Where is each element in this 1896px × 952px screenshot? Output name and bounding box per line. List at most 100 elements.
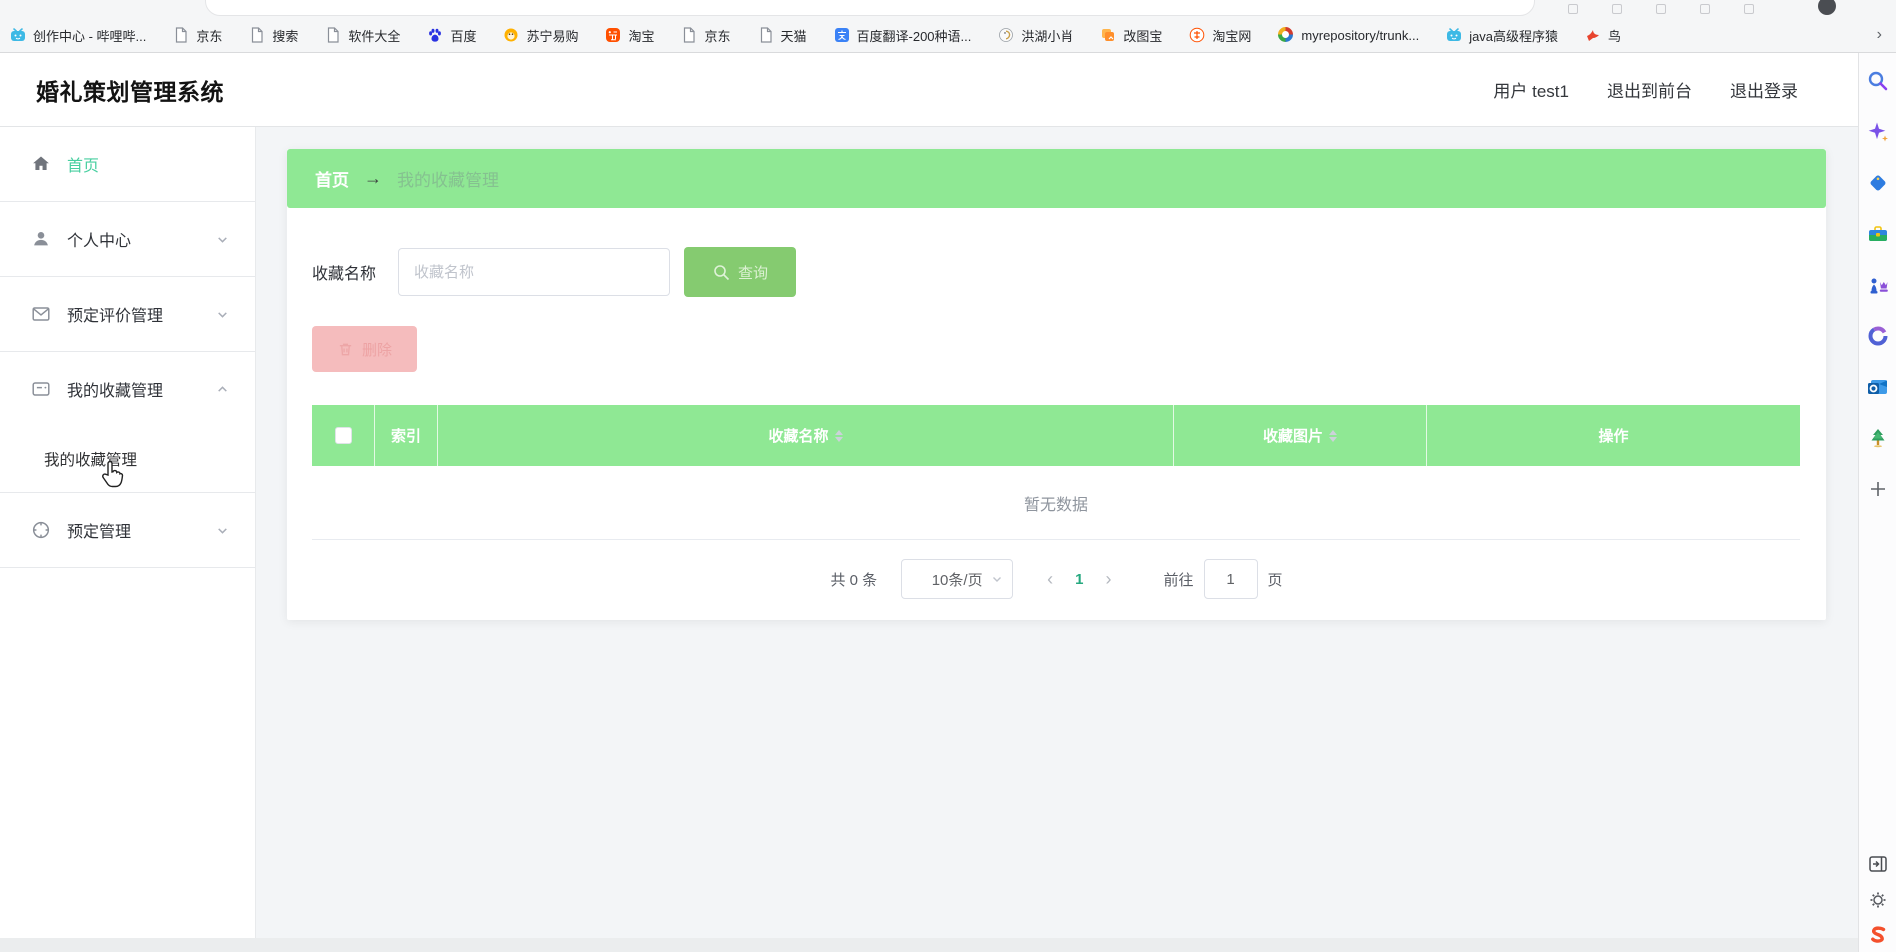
goto-label: 前往: [1163, 571, 1194, 589]
bookmark-item[interactable]: 淘宝网: [1189, 26, 1251, 45]
search-button-label: 查询: [738, 264, 769, 282]
breadcrumb-home[interactable]: 首页: [315, 166, 349, 191]
edge-sidebar-bottom: [1866, 852, 1890, 948]
table-column-header[interactable]: 索引: [375, 405, 438, 466]
sidebar-item[interactable]: 预定管理: [0, 493, 255, 567]
search-icon[interactable]: [1866, 69, 1890, 93]
doc-icon: [325, 27, 341, 43]
bilibili-icon: [1446, 27, 1462, 43]
bookmark-item[interactable]: 创作中心 - 哔哩哔...: [10, 26, 146, 45]
header-links: 用户 test1 退出到前台 退出登录: [1493, 77, 1798, 102]
sidebar-item-label: 首页: [67, 158, 100, 175]
bookmark-label: 淘宝: [628, 28, 655, 44]
tree-icon[interactable]: [1866, 426, 1890, 450]
bookmark-item[interactable]: 百度翻译-200种语...: [834, 26, 972, 45]
search-button[interactable]: 查询: [684, 247, 797, 297]
settings-icon[interactable]: [1866, 888, 1890, 912]
doc-icon: [249, 27, 265, 43]
extensions-icon[interactable]: [1700, 4, 1710, 14]
sort-caret-icon[interactable]: [1329, 429, 1337, 442]
table-column-header[interactable]: 操作: [1427, 405, 1800, 466]
games-icon[interactable]: [1866, 273, 1890, 297]
sort-caret-icon[interactable]: [834, 429, 843, 442]
bookmark-item[interactable]: myrepository/trunk...: [1278, 27, 1419, 43]
bookmarks-overflow-chevron-icon[interactable]: ›: [1871, 26, 1888, 44]
collections-icon[interactable]: [1656, 4, 1666, 14]
bookmark-label: 京东: [196, 28, 223, 44]
next-page-button[interactable]: ›: [1092, 569, 1126, 590]
exit-to-front-link[interactable]: 退出到前台: [1607, 77, 1692, 102]
outlook-icon[interactable]: [1866, 375, 1890, 399]
select-all-checkbox[interactable]: [334, 427, 352, 444]
bookmark-label: 百度翻译-200种语...: [856, 28, 972, 44]
bookmark-item[interactable]: 鸟: [1585, 26, 1621, 45]
column-label: 索引: [390, 428, 421, 445]
breadcrumb-arrow-icon: →: [364, 168, 382, 188]
rooster-icon: [998, 27, 1014, 43]
sidebar-item[interactable]: 预定评价管理: [0, 277, 255, 351]
microsoft-365-icon[interactable]: [1866, 324, 1890, 348]
page-size-value: 10条/页: [931, 571, 983, 589]
search-label: 收藏名称: [312, 266, 377, 283]
bookmark-item[interactable]: 洪湖小肖: [998, 26, 1073, 45]
doc-icon: [681, 27, 697, 43]
table-column-header[interactable]: [312, 405, 375, 466]
page-size-select[interactable]: 10条/页: [901, 559, 1014, 599]
bookmark-item[interactable]: 京东: [681, 26, 731, 45]
add-icon[interactable]: [1866, 477, 1890, 501]
bookmark-label: java高级程序猿: [1469, 28, 1559, 44]
page-number-1[interactable]: 1: [1067, 571, 1091, 588]
sidebar-subitem[interactable]: 我的收藏管理: [0, 426, 255, 492]
logout-link[interactable]: 退出登录: [1730, 77, 1798, 102]
goto-page-input[interactable]: [1203, 559, 1258, 599]
search-input[interactable]: [398, 248, 671, 296]
table-empty-state: 暂无数据: [312, 466, 1800, 540]
breadcrumb: 首页 → 我的收藏管理: [287, 149, 1826, 208]
address-bar[interactable]: [205, 0, 1535, 16]
search-icon: [714, 265, 730, 281]
bird-icon: [1585, 27, 1601, 43]
sidebar-item[interactable]: 我的收藏管理: [0, 352, 255, 426]
bookmark-item[interactable]: 改图宝: [1100, 26, 1162, 45]
bookmark-item[interactable]: 百度: [427, 26, 476, 45]
bookmark-item[interactable]: 搜索: [249, 26, 298, 45]
user-label: 用户 test1: [1493, 82, 1569, 101]
browser-profile-avatar[interactable]: [1818, 0, 1836, 15]
favorites-icon[interactable]: [1612, 4, 1622, 14]
translate-icon: [834, 27, 850, 43]
download-icon[interactable]: [1568, 4, 1578, 14]
bookmark-label: 百度: [450, 28, 477, 44]
browser-menu-icon[interactable]: [1744, 4, 1754, 14]
sidebar-item[interactable]: 首页: [0, 127, 255, 201]
bookmark-item[interactable]: 京东: [173, 26, 222, 45]
favorites-table: 索引 收藏名称 收藏图片 操作 暂无数据: [312, 405, 1800, 540]
bookmark-item[interactable]: 天猫: [758, 26, 807, 45]
open-panel-icon[interactable]: [1866, 852, 1890, 876]
bookmark-item[interactable]: java高级程序猿: [1446, 26, 1558, 45]
goto-unit: 页: [1267, 571, 1283, 589]
sidebar-item-label: 我的收藏管理: [67, 383, 164, 400]
bookmark-item[interactable]: 淘宝: [605, 26, 654, 45]
table-column-header[interactable]: 收藏图片: [1174, 405, 1427, 466]
bookmark-item[interactable]: 软件大全: [325, 26, 400, 45]
toolbox-icon[interactable]: [1866, 222, 1890, 246]
bookmark-item[interactable]: 苏宁易购: [503, 26, 578, 45]
prev-page-button[interactable]: ‹: [1033, 569, 1067, 590]
shopping-tag-icon[interactable]: [1866, 171, 1890, 195]
delete-button[interactable]: 删除: [312, 326, 417, 372]
chevron-down-icon: [993, 577, 1002, 582]
gaitubao-icon: [1100, 27, 1116, 43]
main-content: 首页 → 我的收藏管理 收藏名称 查询: [256, 127, 1858, 952]
chevron-down-icon: [216, 233, 229, 246]
bookmarks-list: 创作中心 - 哔哩哔... 京东 搜索 软件大全 百度 苏宁易购 淘宝 京东 天猫 百度翻译-20…: [10, 26, 1621, 45]
bookmark-label: 天猫: [780, 28, 807, 44]
sidebar-item[interactable]: 个人中心: [0, 202, 255, 276]
bookmark-label: 鸟: [1608, 28, 1622, 44]
bilibili-icon: [10, 27, 26, 43]
screenshot-logo-icon[interactable]: [1866, 924, 1890, 948]
table-column-header[interactable]: 收藏名称: [438, 405, 1174, 466]
copilot-icon[interactable]: [1866, 120, 1890, 144]
bookmark-label: 苏宁易购: [526, 28, 579, 44]
baidu-icon: [427, 27, 443, 43]
sidebar-menu: 首页 个人中心 预定评价管理 我的收藏管理 我的收藏管理 预定管理: [0, 127, 255, 568]
